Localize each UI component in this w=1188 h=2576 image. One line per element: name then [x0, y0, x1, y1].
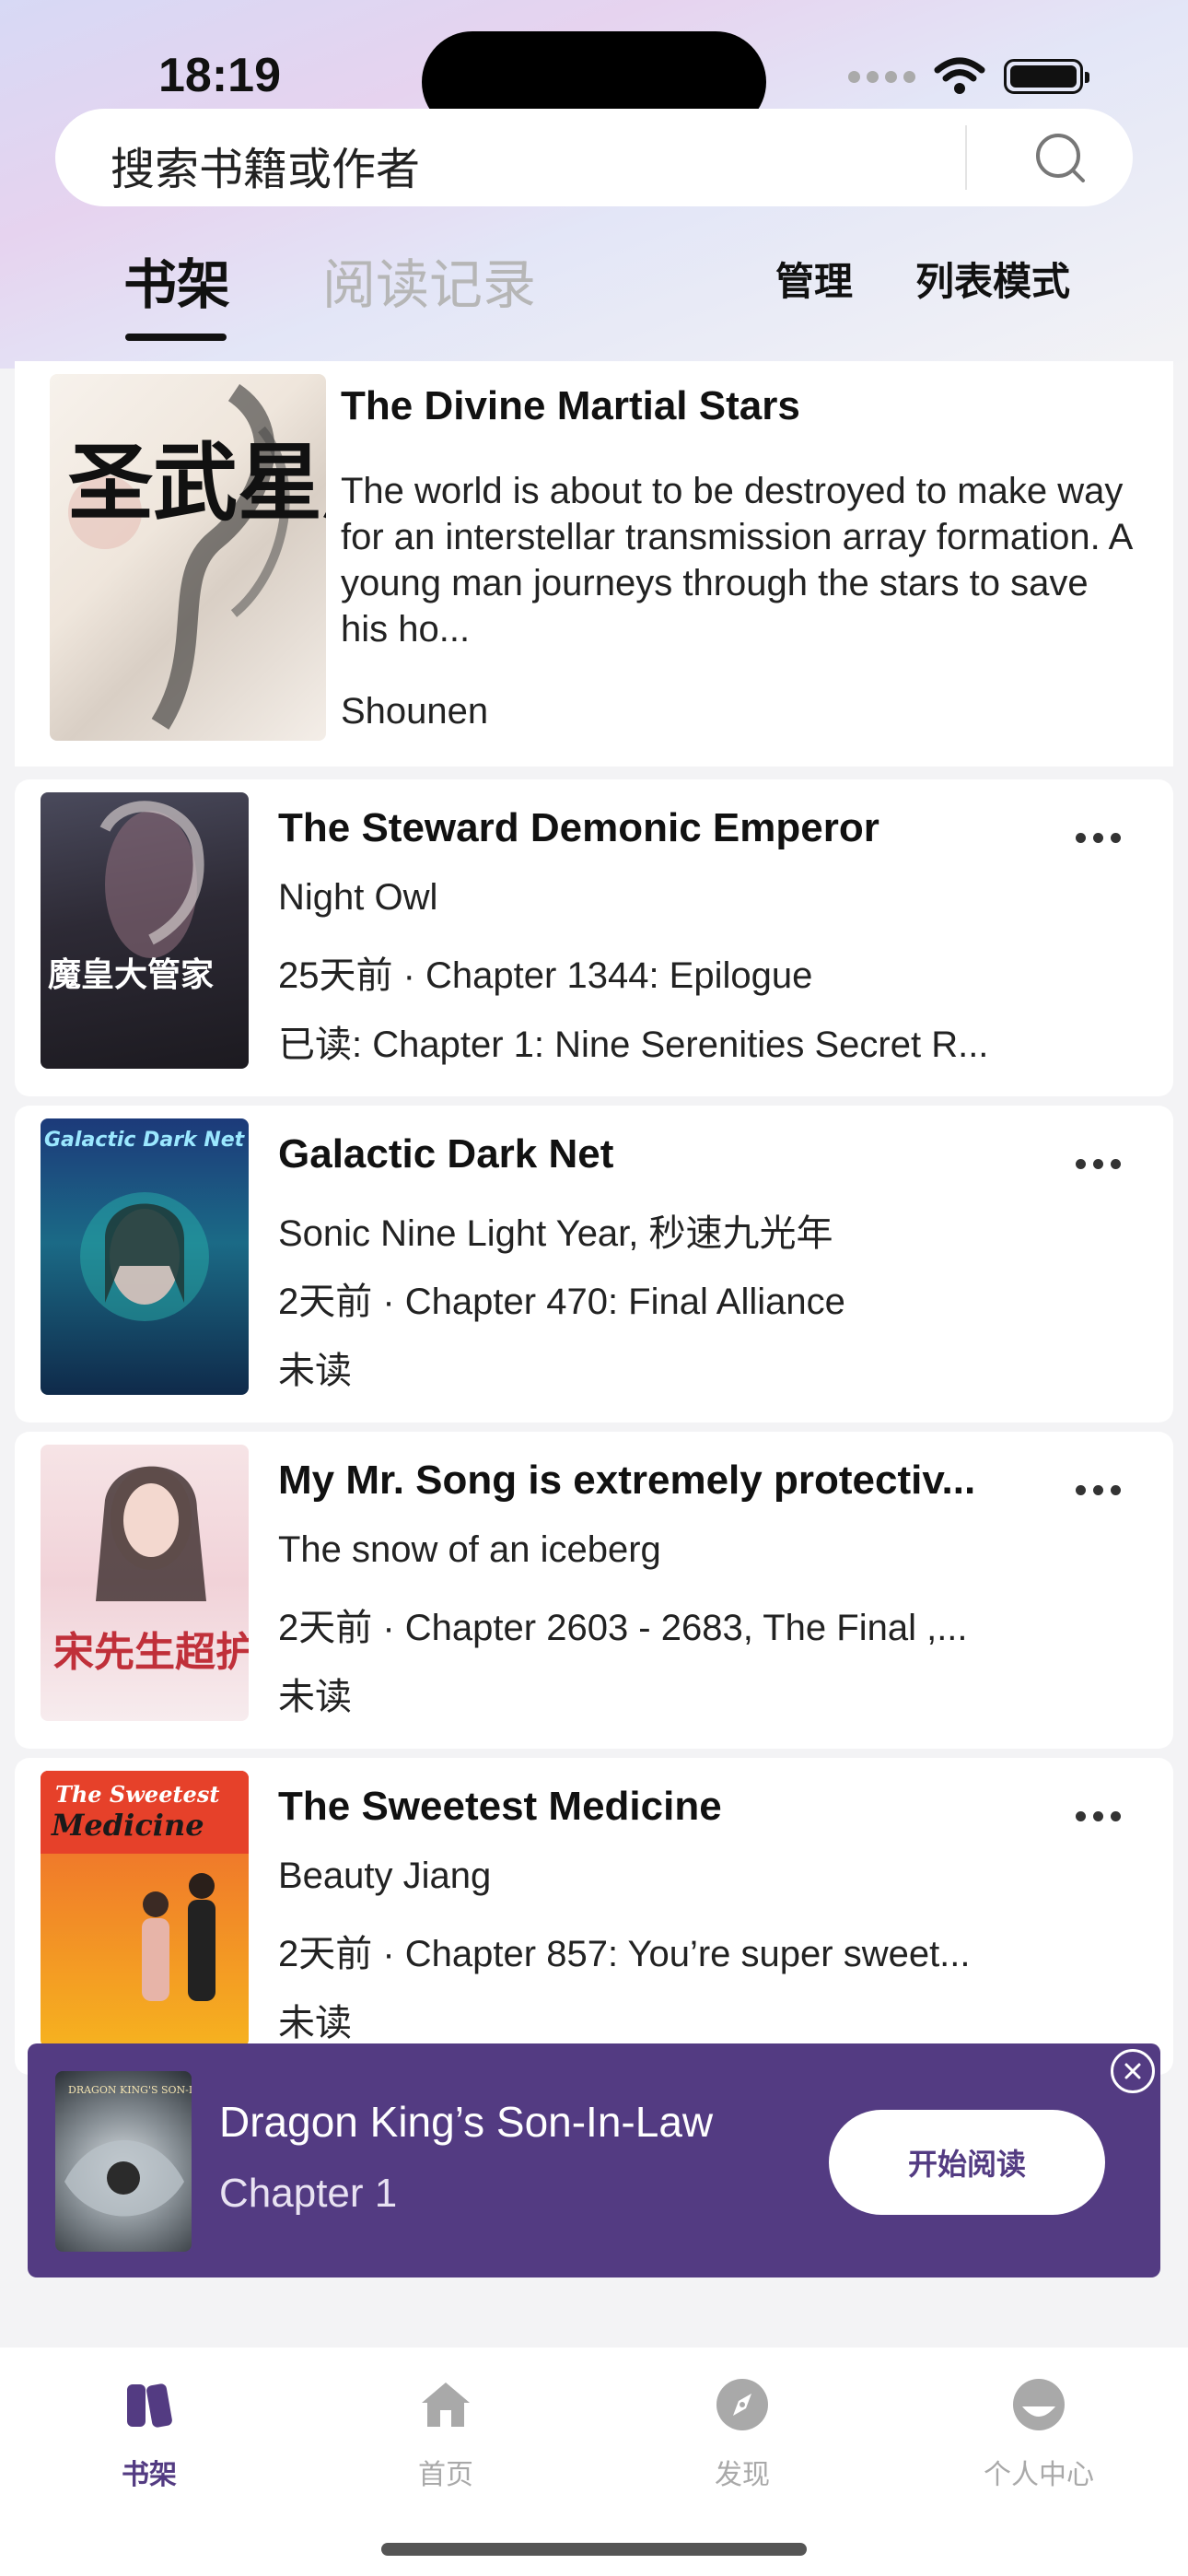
book-author: Shounen [341, 691, 489, 732]
search-bar[interactable]: 搜索书籍或作者 [55, 109, 1133, 206]
list-item[interactable]: The Sweetest Medicine The Sweetest Medic… [15, 1758, 1173, 2075]
read-status: 未读 [278, 2003, 352, 2043]
wifi-icon [934, 57, 985, 94]
latest-update: 2天前 · Chapter 2603 - 2683, The Final ,..… [278, 1608, 968, 1648]
tab-bookshelf-nav[interactable]: 书架 [57, 2375, 241, 2492]
more-options-icon[interactable] [1076, 1159, 1121, 1169]
banner-book-title[interactable]: Dragon King’s Son-In-Law [219, 2097, 713, 2147]
status-time: 18:19 [158, 49, 281, 102]
svg-text:Galactic Dark Net: Galactic Dark Net [44, 1129, 246, 1152]
home-icon [422, 2383, 470, 2427]
list-mode-button[interactable]: 列表模式 [915, 251, 1070, 307]
book-cover: Galactic Dark Net [41, 1118, 249, 1395]
list-item[interactable]: Galactic Dark Net Galactic Dark Net Soni… [15, 1106, 1173, 1423]
book-author: Night Owl [278, 877, 438, 918]
status-icons [848, 57, 1089, 96]
tab-profile-nav[interactable]: 个人中心 [947, 2375, 1131, 2492]
tab-home-nav[interactable]: 首页 [354, 2375, 538, 2492]
more-options-icon[interactable] [1076, 1811, 1121, 1821]
svg-text:DRAGON KING'S SON-IN-LAW: DRAGON KING'S SON-IN-LAW [68, 2084, 192, 2096]
search-input[interactable]: 搜索书籍或作者 [111, 133, 420, 197]
battery-icon [1004, 59, 1089, 94]
bookshelf-icon [127, 2383, 172, 2428]
tab-active-indicator [125, 334, 227, 341]
latest-update: 2天前 · Chapter 857: You’re super sweet... [278, 1934, 971, 1974]
book-title[interactable]: The Steward Demonic Emperor [278, 805, 879, 851]
more-options-icon[interactable] [1076, 833, 1121, 843]
list-item[interactable]: 魔皇大管家 The Steward Demonic Emperor Night … [15, 779, 1173, 1096]
close-icon[interactable] [1111, 2049, 1155, 2093]
book-title[interactable]: My Mr. Song is extremely protectiv... [278, 1458, 975, 1504]
svg-text:宋先生超护短: 宋先生超护短 [53, 1629, 249, 1676]
bottom-tab-bar: 书架 首页 发现 个人中心 [0, 2348, 1188, 2576]
home-indicator[interactable] [381, 2543, 807, 2556]
svg-text:魔皇大管家: 魔皇大管家 [48, 955, 214, 994]
svg-text:Medicine: Medicine [51, 1808, 204, 1843]
read-status: 未读 [278, 1677, 352, 1717]
start-reading-button[interactable]: 开始阅读 [829, 2110, 1105, 2215]
book-author: Beauty Jiang [278, 1856, 492, 1896]
tab-label: 书架 [122, 2460, 177, 2490]
tab-label: 个人中心 [984, 2460, 1094, 2490]
latest-update: 25天前 · Chapter 1344: Epilogue [278, 955, 813, 996]
search-icon[interactable] [1033, 131, 1089, 186]
cellular-icon [848, 70, 915, 83]
book-title[interactable]: The Divine Martial Stars [341, 383, 800, 429]
latest-update: 2天前 · Chapter 470: Final Alliance [278, 1282, 845, 1322]
book-author: The snow of an iceberg [278, 1529, 661, 1570]
more-options-icon[interactable] [1076, 1485, 1121, 1495]
book-cover: DRAGON KING'S SON-IN-LAW [55, 2071, 192, 2252]
search-divider [965, 125, 967, 190]
profile-icon [1013, 2379, 1065, 2430]
book-title[interactable]: Galactic Dark Net [278, 1131, 613, 1177]
read-status: 未读 [278, 1351, 352, 1391]
compass-icon [716, 2379, 768, 2430]
tab-bookshelf[interactable]: 书架 [123, 241, 230, 319]
tab-discover-nav[interactable]: 发现 [650, 2375, 834, 2492]
tab-label: 首页 [418, 2460, 473, 2490]
tab-reading-history[interactable]: 阅读记录 [322, 241, 536, 319]
svg-text:The Sweetest: The Sweetest [55, 1781, 219, 1808]
manage-button[interactable]: 管理 [775, 251, 853, 307]
book-cover: 魔皇大管家 [41, 792, 249, 1069]
featured-book[interactable]: 圣武星辰 The Divine Martial Stars The world … [15, 361, 1173, 767]
continue-reading-banner[interactable]: DRAGON KING'S SON-IN-LAW Dragon King’s S… [28, 2043, 1160, 2277]
book-title[interactable]: The Sweetest Medicine [278, 1784, 722, 1830]
book-cover: 宋先生超护短 [41, 1445, 249, 1721]
tab-label: 发现 [715, 2460, 770, 2490]
book-author: Sonic Nine Light Year, 秒速九光年 [278, 1213, 833, 1254]
read-status: 已读: Chapter 1: Nine Serenities Secret R.… [278, 1025, 989, 1065]
book-cover: The Sweetest Medicine [41, 1771, 249, 2047]
svg-text:圣武星辰: 圣武星辰 [68, 433, 326, 533]
banner-chapter: Chapter 1 [219, 2171, 398, 2216]
list-item[interactable]: 宋先生超护短 My Mr. Song is extremely protecti… [15, 1432, 1173, 1749]
book-description: The world is about to be destroyed to ma… [341, 471, 1132, 650]
book-cover: 圣武星辰 [50, 374, 326, 741]
